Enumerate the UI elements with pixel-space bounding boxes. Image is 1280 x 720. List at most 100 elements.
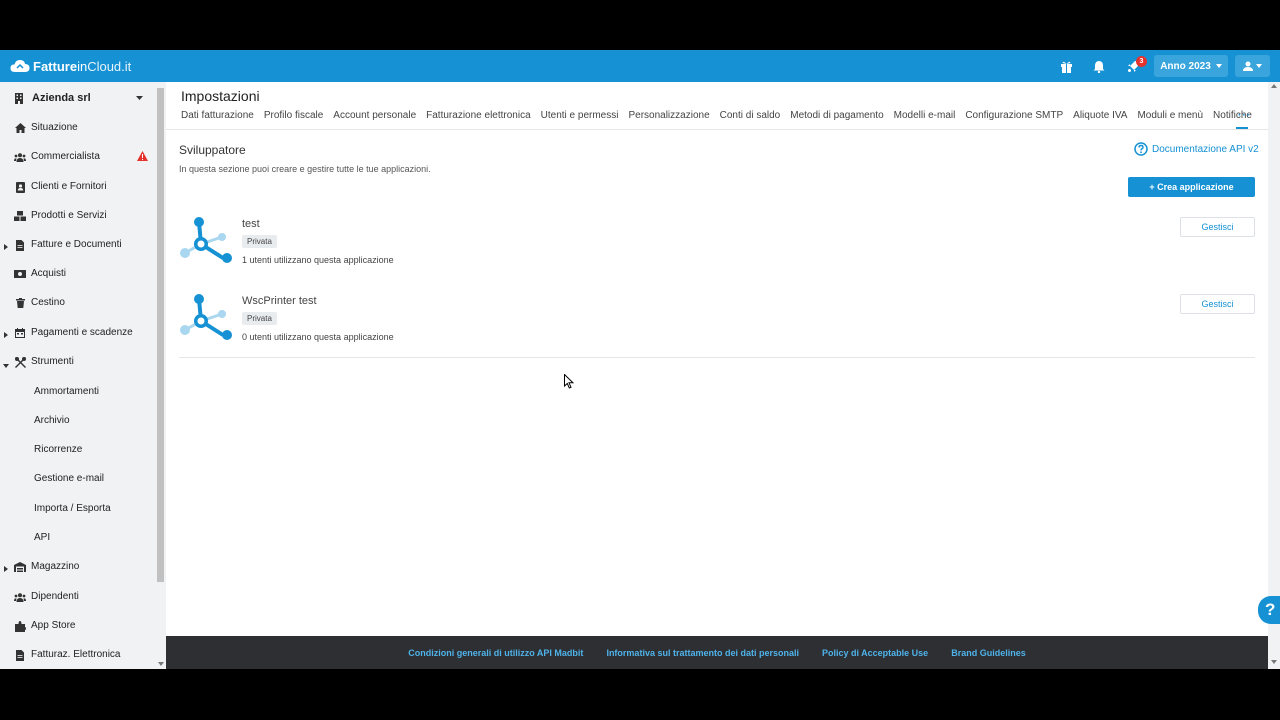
sidebar-item-prodotti-servizi[interactable]: Prodotti e Servizi — [0, 205, 155, 227]
application-name[interactable]: test — [242, 218, 260, 230]
tab-fatturazione-elettronica[interactable]: Fatturazione elettronica — [426, 110, 531, 128]
sidebar-item-label: Archivio — [34, 415, 70, 426]
tab-modelli-email[interactable]: Modelli e-mail — [894, 110, 956, 128]
gift-icon[interactable] — [1058, 58, 1074, 74]
sidebar-item-strumenti[interactable]: Strumenti — [0, 351, 155, 373]
money-icon — [14, 268, 26, 280]
sidebar-item-label: Fatture e Documenti — [31, 239, 122, 250]
scroll-up-arrow-icon[interactable] — [1271, 84, 1277, 88]
cloud-icon — [10, 60, 30, 72]
users-icon — [14, 151, 26, 163]
sidebar-item-fatture-documenti[interactable]: Fatture e Documenti — [0, 234, 155, 256]
sidebar-scrollbar-thumb[interactable] — [157, 88, 164, 582]
sidebar-item-label: App Store — [31, 620, 76, 631]
section-title: Sviluppatore — [179, 143, 246, 157]
footer: Condizioni generali di utilizzo API Madb… — [166, 636, 1268, 669]
footer-link-acceptable-use[interactable]: Policy di Acceptable Use — [822, 648, 928, 658]
user-icon — [1243, 61, 1253, 71]
manage-application-button[interactable]: Gestisci — [1180, 217, 1255, 237]
sidebar-item-clienti-fornitori[interactable]: Clienti e Fornitori — [0, 176, 155, 198]
boxes-icon — [14, 210, 26, 222]
api-network-icon — [180, 294, 232, 340]
top-navbar: Fatture in Cloud.it 3 Anno 2023 — [0, 50, 1280, 82]
sidebar-subitem-importa-esporta[interactable]: Importa / Esporta — [0, 498, 155, 520]
bell-icon[interactable] — [1091, 58, 1107, 74]
sidebar-item-fatturazione-elettronica[interactable]: Fatturaz. Elettronica — [0, 644, 155, 666]
settings-tabs: Dati fatturazione Profilo fiscale Accoun… — [181, 110, 1252, 128]
sidebar-item-label: Dipendenti — [31, 591, 79, 602]
tab-profilo-fiscale[interactable]: Profilo fiscale — [264, 110, 323, 128]
tab-more[interactable]: ··· — [1238, 110, 1251, 121]
sidebar-subitem-archivio[interactable]: Archivio — [0, 410, 155, 432]
calendar-icon — [14, 327, 26, 339]
sidebar-item-app-store[interactable]: App Store — [0, 615, 155, 637]
tab-conti-saldo[interactable]: Conti di saldo — [720, 110, 781, 128]
manage-application-button[interactable]: Gestisci — [1180, 294, 1255, 314]
tab-configurazione-smtp[interactable]: Configurazione SMTP — [965, 110, 1063, 128]
trash-icon — [14, 297, 26, 309]
application-name[interactable]: WscPrinter test — [242, 295, 317, 307]
help-button[interactable]: ? — [1258, 596, 1280, 624]
sidebar-item-label: Gestione e-mail — [34, 473, 105, 484]
main-content: Impostazioni Dati fatturazione Profilo f… — [166, 82, 1268, 636]
sidebar-subitem-api[interactable]: API — [0, 527, 155, 549]
brand-logo[interactable]: Fatture in Cloud.it — [10, 57, 131, 75]
brand-name-part1: Fatture — [33, 58, 78, 74]
application-row: test Privata 1 utenti utilizzano questa … — [179, 212, 1255, 289]
mouse-cursor-icon — [564, 374, 574, 389]
tab-utenti-permessi[interactable]: Utenti e permessi — [541, 110, 619, 128]
tabs-divider — [166, 129, 1268, 130]
year-selector-button[interactable]: Anno 2023 — [1154, 55, 1228, 77]
user-menu-button[interactable] — [1235, 55, 1270, 77]
api-docs-link[interactable]: Documentazione API v2 — [1134, 142, 1259, 156]
sidebar-item-label: Clienti e Fornitori — [31, 181, 107, 192]
brand-name-part2: in — [77, 58, 88, 74]
address-book-icon — [14, 181, 26, 193]
sidebar-item-acquisti[interactable]: Acquisti — [0, 263, 155, 285]
tab-aliquote-iva[interactable]: Aliquote IVA — [1073, 110, 1127, 128]
tools-icon — [14, 356, 26, 368]
application-users-count: 0 utenti utilizzano questa applicazione — [242, 332, 394, 342]
sidebar-subitem-ammortamenti[interactable]: Ammortamenti — [0, 381, 155, 403]
tab-personalizzazione[interactable]: Personalizzazione — [628, 110, 709, 128]
footer-link-privacy[interactable]: Informativa sul trattamento dei dati per… — [606, 648, 799, 658]
tab-moduli-menu[interactable]: Moduli e menù — [1137, 110, 1203, 128]
chevron-down-icon — [3, 360, 9, 371]
notifications-badge: 3 — [1136, 56, 1147, 67]
sidebar-subitem-ricorrenze[interactable]: Ricorrenze — [0, 439, 155, 461]
sidebar-item-label: Acquisti — [31, 268, 67, 279]
sidebar-subitem-gestione-email[interactable]: Gestione e-mail — [0, 468, 155, 490]
footer-link-brand-guidelines[interactable]: Brand Guidelines — [951, 648, 1026, 658]
sidebar-item-label: Prodotti e Servizi — [31, 210, 107, 221]
scroll-down-arrow-icon[interactable] — [1271, 660, 1277, 664]
document-icon — [14, 239, 26, 251]
sidebar-item-pagamenti-scadenze[interactable]: Pagamenti e scadenze — [0, 322, 155, 344]
tab-dati-fatturazione[interactable]: Dati fatturazione — [181, 110, 254, 128]
users-icon — [14, 591, 26, 603]
company-selector[interactable]: Azienda srl — [0, 82, 155, 114]
sidebar-item-label: Magazzino — [31, 561, 80, 572]
main-scrollbar-track[interactable] — [1268, 82, 1280, 669]
tab-metodi-pagamento[interactable]: Metodi di pagamento — [790, 110, 883, 128]
sidebar-item-cestino[interactable]: Cestino — [0, 292, 155, 314]
create-application-button[interactable]: + Crea applicazione — [1128, 177, 1255, 197]
question-circle-icon — [1134, 142, 1148, 156]
scroll-down-arrow-icon[interactable] — [158, 662, 164, 666]
sidebar-item-magazzino[interactable]: Magazzino — [0, 556, 155, 578]
chevron-down-icon — [1256, 64, 1262, 68]
chevron-down-icon — [136, 96, 143, 100]
visibility-badge: Privata — [242, 312, 277, 325]
api-network-icon — [180, 217, 232, 263]
warehouse-icon — [14, 561, 26, 573]
sidebar-item-situazione[interactable]: Situazione — [0, 117, 155, 139]
sidebar-item-commercialista[interactable]: Commercialista — [0, 146, 155, 168]
company-name: Azienda srl — [32, 92, 91, 104]
page-title: Impostazioni — [181, 88, 260, 104]
sidebar-item-dipendenti[interactable]: Dipendenti — [0, 586, 155, 608]
app-window: Fatture in Cloud.it 3 Anno 2023 Azienda sr… — [0, 50, 1280, 669]
sidebar-item-label: Ammortamenti — [34, 386, 100, 397]
chevron-right-icon — [4, 564, 8, 575]
footer-link-api-terms[interactable]: Condizioni generali di utilizzo API Madb… — [408, 648, 583, 658]
tab-account-personale[interactable]: Account personale — [333, 110, 416, 128]
sidebar-item-label: Cestino — [31, 297, 65, 308]
